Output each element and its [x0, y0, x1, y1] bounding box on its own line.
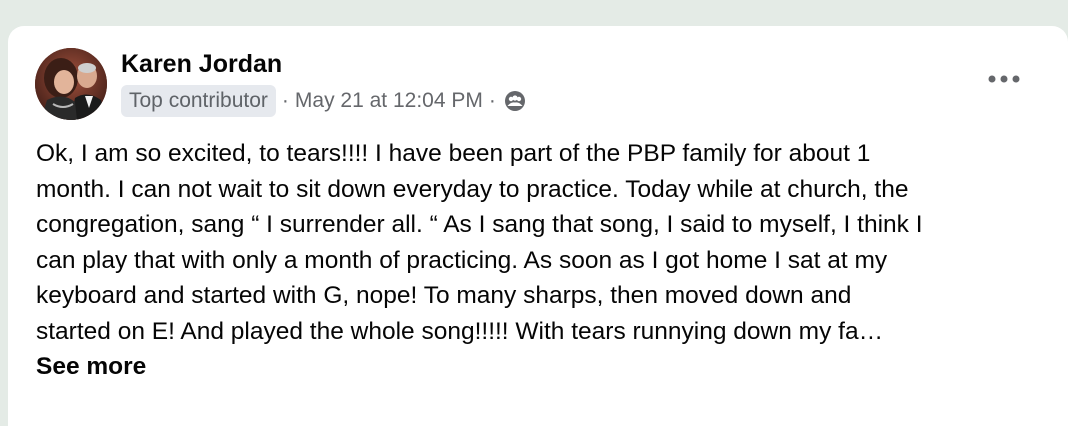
post-card: Karen Jordan Top contributor · May 21 at…: [8, 26, 1068, 426]
post-timestamp[interactable]: May 21 at 12:04 PM: [295, 89, 483, 113]
post-text-line: can play that with only a month of pract…: [36, 246, 888, 274]
more-horizontal-icon: [988, 75, 1020, 83]
post-meta: Top contributor · May 21 at 12:04 PM ·: [121, 84, 526, 118]
post-body: Ok, I am so excited, to tears!!!! I have…: [36, 136, 1046, 385]
post-text-line: keyboard and started with G, nope! To ma…: [36, 282, 852, 309]
meta-separator: ·: [281, 89, 289, 112]
post-text-line: started on E! And played the whole song!…: [36, 317, 884, 345]
group-icon[interactable]: [504, 90, 526, 112]
see-more-link[interactable]: See more: [36, 349, 1046, 385]
avatar-photo-icon: [35, 48, 107, 120]
post-text-line: Ok, I am so excited, to tears!!!! I have…: [36, 140, 871, 167]
author-name[interactable]: Karen Jordan: [121, 50, 282, 79]
author-avatar[interactable]: [35, 48, 107, 120]
more-options-button[interactable]: [984, 64, 1024, 94]
post-text-line: month. I can not wait to sit down everyd…: [36, 175, 909, 203]
top-contributor-badge[interactable]: Top contributor: [121, 85, 276, 117]
post-text-line: congregation, sang “ I surrender all. “ …: [36, 211, 923, 238]
meta-separator: ·: [488, 89, 496, 112]
